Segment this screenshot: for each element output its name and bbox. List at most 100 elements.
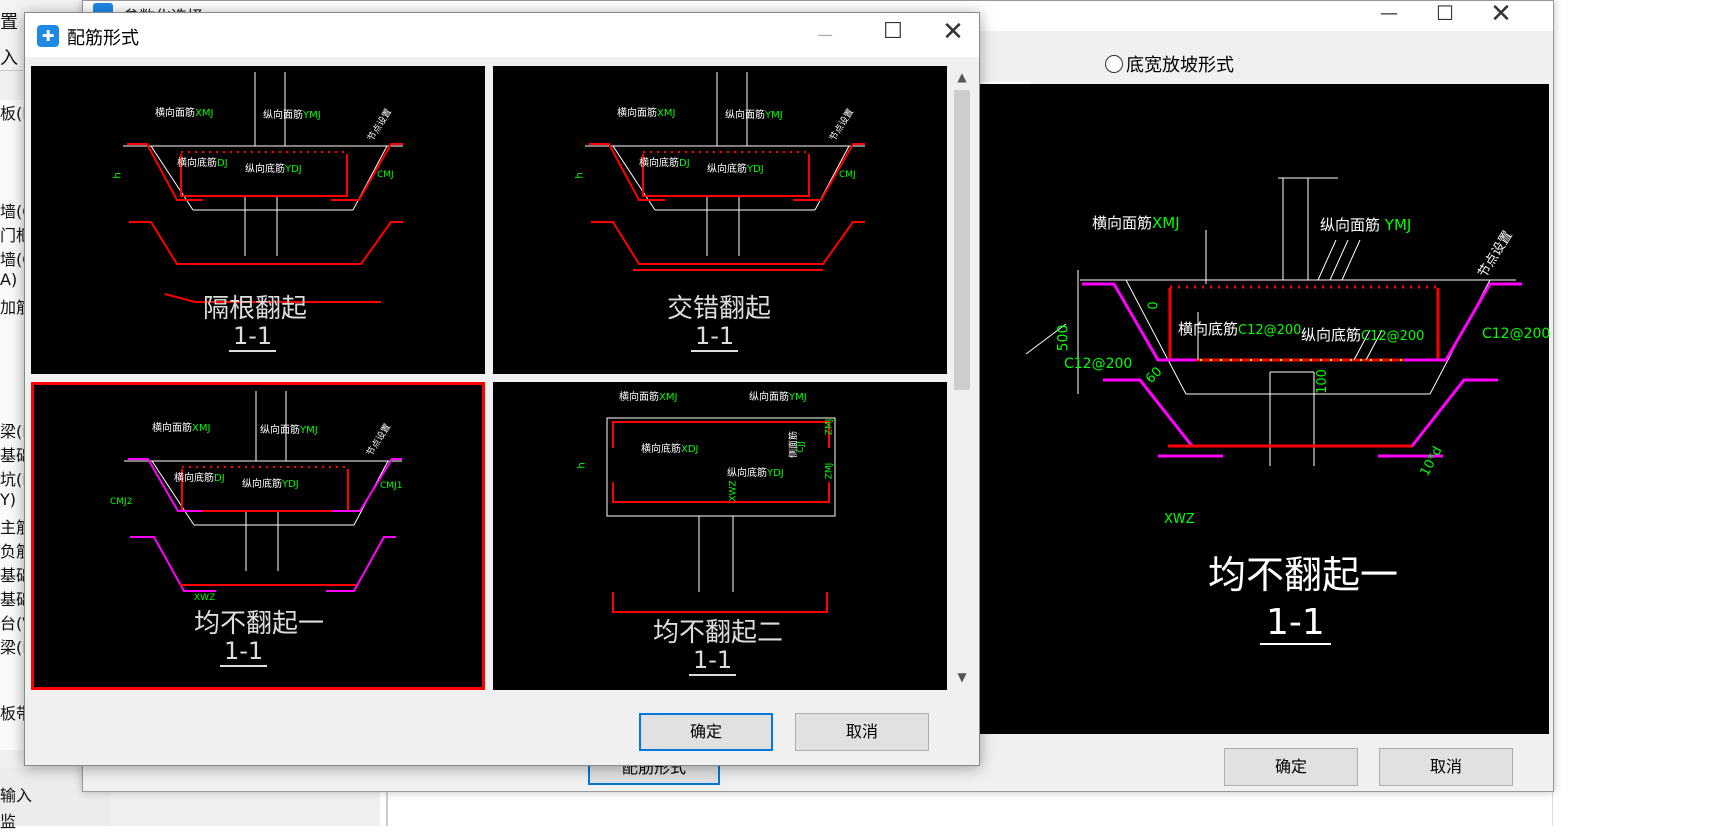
option-tile-staggered-bent[interactable]: 横向面筋XMJ 纵向面筋YMJ 横向底筋DJ 纵向底筋YDJ CMJ 节点设置 … <box>493 66 947 374</box>
thumb2-ydj: 纵向底筋YDJ <box>707 160 764 175</box>
dialog-maximize-icon[interactable]: ☐ <box>871 19 915 44</box>
param-ok-button[interactable]: 确定 <box>1224 748 1358 786</box>
side-item[interactable]: 墙(Q <box>0 198 26 222</box>
thumb1-ydj: 纵向底筋YDJ <box>245 160 302 175</box>
side-item[interactable]: 负筋 <box>0 538 26 562</box>
dialog-title: 配筋形式 <box>67 28 139 49</box>
thumb2-ymj-text: 纵向面筋 <box>725 110 765 121</box>
thumb4-xmj-text: 横向面筋 <box>619 392 659 403</box>
param-maximize-icon[interactable]: ☐ <box>1425 1 1465 25</box>
thumb2-ydj-text: 纵向底筋 <box>707 164 747 175</box>
param-cancel-button[interactable]: 取消 <box>1379 748 1513 786</box>
preview-xmj-code: XMJ <box>1152 214 1180 232</box>
preview-hundred-label: 100 <box>1314 369 1330 394</box>
thumb2-ymj: 纵向面筋YMJ <box>725 106 783 121</box>
thumb4-xmj-code: XMJ <box>659 392 678 403</box>
radio-circle-icon[interactable] <box>1105 55 1123 73</box>
side-item[interactable]: 墙(Q <box>0 246 26 270</box>
option-tile-no-bend-1[interactable]: 横向面筋XMJ 纵向面筋YMJ 横向底筋DJ 纵向底筋YDJ CMJ1 CMJ2… <box>31 382 485 690</box>
thumb2-cmj: CMJ <box>839 170 856 180</box>
param-radio-option[interactable]: 底宽放坡形式 <box>1105 51 1234 77</box>
scroll-down-icon[interactable]: ▼ <box>951 670 973 684</box>
thumb3-xmj-text: 横向面筋 <box>152 423 192 434</box>
thumb4-ydj-text: 纵向底筋 <box>727 468 767 479</box>
dialog-cancel-button[interactable]: 取消 <box>795 713 929 751</box>
preview-xdj-spec: C12@200 <box>1238 323 1302 338</box>
side-item[interactable]: 板带 <box>0 700 26 724</box>
side-item[interactable]: 门框 <box>0 222 26 246</box>
side-item[interactable]: A) <box>0 270 17 289</box>
thumb3-xmj-code: XMJ <box>192 423 211 434</box>
dialog-scrollbar[interactable]: ▲ ▼ <box>951 66 973 690</box>
bottom-item-input[interactable]: 输入 <box>0 782 32 806</box>
menu-fragment-1[interactable]: 置 <box>0 8 18 34</box>
rebar-form-dialog: ✚ 配筋形式 — ☐ ✕ 横向面筋XMJ 纵向面筋YMJ 横向底筋DJ 纵向底筋… <box>24 12 980 766</box>
menu-fragment-2[interactable]: 入 <box>0 44 18 70</box>
preview-ydj-text: 纵向底筋 <box>1301 326 1362 344</box>
thumb2-xmj: 横向面筋XMJ <box>617 104 675 119</box>
side-item[interactable]: 主筋 <box>0 514 26 538</box>
thumb4-zmj: ZMJ <box>824 418 835 436</box>
thumb1-xmj-text: 横向面筋 <box>155 108 195 119</box>
thumb1-xmj-code: XMJ <box>195 108 214 119</box>
dialog-ok-button[interactable]: 确定 <box>639 713 773 751</box>
thumb1-xdj-text: 横向底筋 <box>177 158 217 169</box>
option-tile-no-bend-2[interactable]: 横向面筋XMJ 纵向面筋YMJ 横向底筋XDJ 纵向底筋YDJ 侧面筋 CJJ … <box>493 382 947 690</box>
scroll-up-icon[interactable]: ▲ <box>951 70 973 84</box>
thumb4-ymj-code: YMJ <box>789 392 807 403</box>
background-white-canvas <box>1552 40 1732 826</box>
preview-section-label: 1-1 <box>1260 602 1331 645</box>
thumb1-ydj-code: YDJ <box>285 164 302 175</box>
side-item[interactable]: 台(V <box>0 610 26 634</box>
option-tile-alternate-bent[interactable]: 横向面筋XMJ 纵向面筋YMJ 横向底筋DJ 纵向底筋YDJ CMJ 节点设置 … <box>31 66 485 374</box>
preview-ydj-label: 纵向底筋C12@200 <box>1301 324 1424 345</box>
preview-left-spec: C12@200 <box>1064 356 1133 372</box>
preview-xmj-text: 横向面筋 <box>1092 214 1153 232</box>
bottom-item-monitor[interactable]: 监 <box>0 808 16 832</box>
preview-ymj-label: 纵向面筋 YMJ <box>1320 214 1411 235</box>
thumb1-ymj-code: YMJ <box>303 110 321 121</box>
thumb4-zmj2: ZMJ <box>824 462 835 480</box>
side-item[interactable]: 基础 <box>0 562 26 586</box>
preview-slope-spec: C12@200 <box>1482 326 1551 342</box>
option-name-1: 隔根翻起 <box>203 294 308 324</box>
param-close-icon[interactable]: ✕ <box>1481 0 1521 29</box>
thumb3-xdj: 横向底筋DJ <box>174 469 225 484</box>
option-section-1: 1-1 <box>229 322 277 352</box>
param-minimize-icon[interactable]: — <box>1369 3 1409 24</box>
thumb1-cmj: CMJ <box>377 170 394 180</box>
side-item[interactable]: 基础 <box>0 442 26 466</box>
preview-xwz-label: XWZ <box>1164 512 1195 527</box>
dialog-titlebar: ✚ 配筋形式 — ☐ ✕ <box>25 13 979 57</box>
preview-ydj-spec: C12@200 <box>1361 329 1425 344</box>
side-item[interactable]: 板(I <box>0 100 26 124</box>
preview-xdj-text: 横向底筋 <box>1178 320 1239 338</box>
thumb1-h: h <box>112 172 124 179</box>
thumb3-xdj-text: 横向底筋 <box>174 473 214 484</box>
background-side-list: 板(I墙(Q门框墙(QA)加筋梁(I基础坑(IY)主筋负筋基础基础台(V梁(I板… <box>0 100 26 750</box>
thumb3-ymj: 纵向面筋YMJ <box>260 421 318 436</box>
side-item[interactable]: 梁(I <box>0 418 26 442</box>
thumb4-ymj-text: 纵向面筋 <box>749 392 789 403</box>
thumb4-ydj: 纵向底筋YDJ <box>727 464 784 479</box>
thumb3-xwz: XWZ <box>194 593 216 603</box>
thumb3-xmj: 横向面筋XMJ <box>152 419 210 434</box>
thumb3-ydj-text: 纵向底筋 <box>242 479 282 490</box>
dialog-minimize-icon[interactable]: — <box>803 25 847 44</box>
thumb4-xdj: 横向底筋XDJ <box>641 440 699 455</box>
thumb3-xdj-code: DJ <box>214 473 225 484</box>
dialog-close-icon[interactable]: ✕ <box>931 17 975 47</box>
side-item[interactable]: 基础 <box>0 586 26 610</box>
option-section-2: 1-1 <box>691 322 739 352</box>
thumb1-ymj: 纵向面筋YMJ <box>263 106 321 121</box>
side-item[interactable]: 加筋 <box>0 294 26 318</box>
side-item[interactable]: 坑(I <box>0 466 26 490</box>
thumb2-xmj-code: XMJ <box>657 108 676 119</box>
thumb4-h: h <box>576 462 588 469</box>
option-section-3: 1-1 <box>220 637 268 667</box>
thumb4-ydj-code: YDJ <box>767 468 784 479</box>
side-item[interactable]: 梁(I <box>0 634 26 658</box>
thumb3-ydj: 纵向底筋YDJ <box>242 475 299 490</box>
side-item[interactable]: Y) <box>0 490 16 509</box>
scroll-thumb[interactable] <box>954 90 970 390</box>
